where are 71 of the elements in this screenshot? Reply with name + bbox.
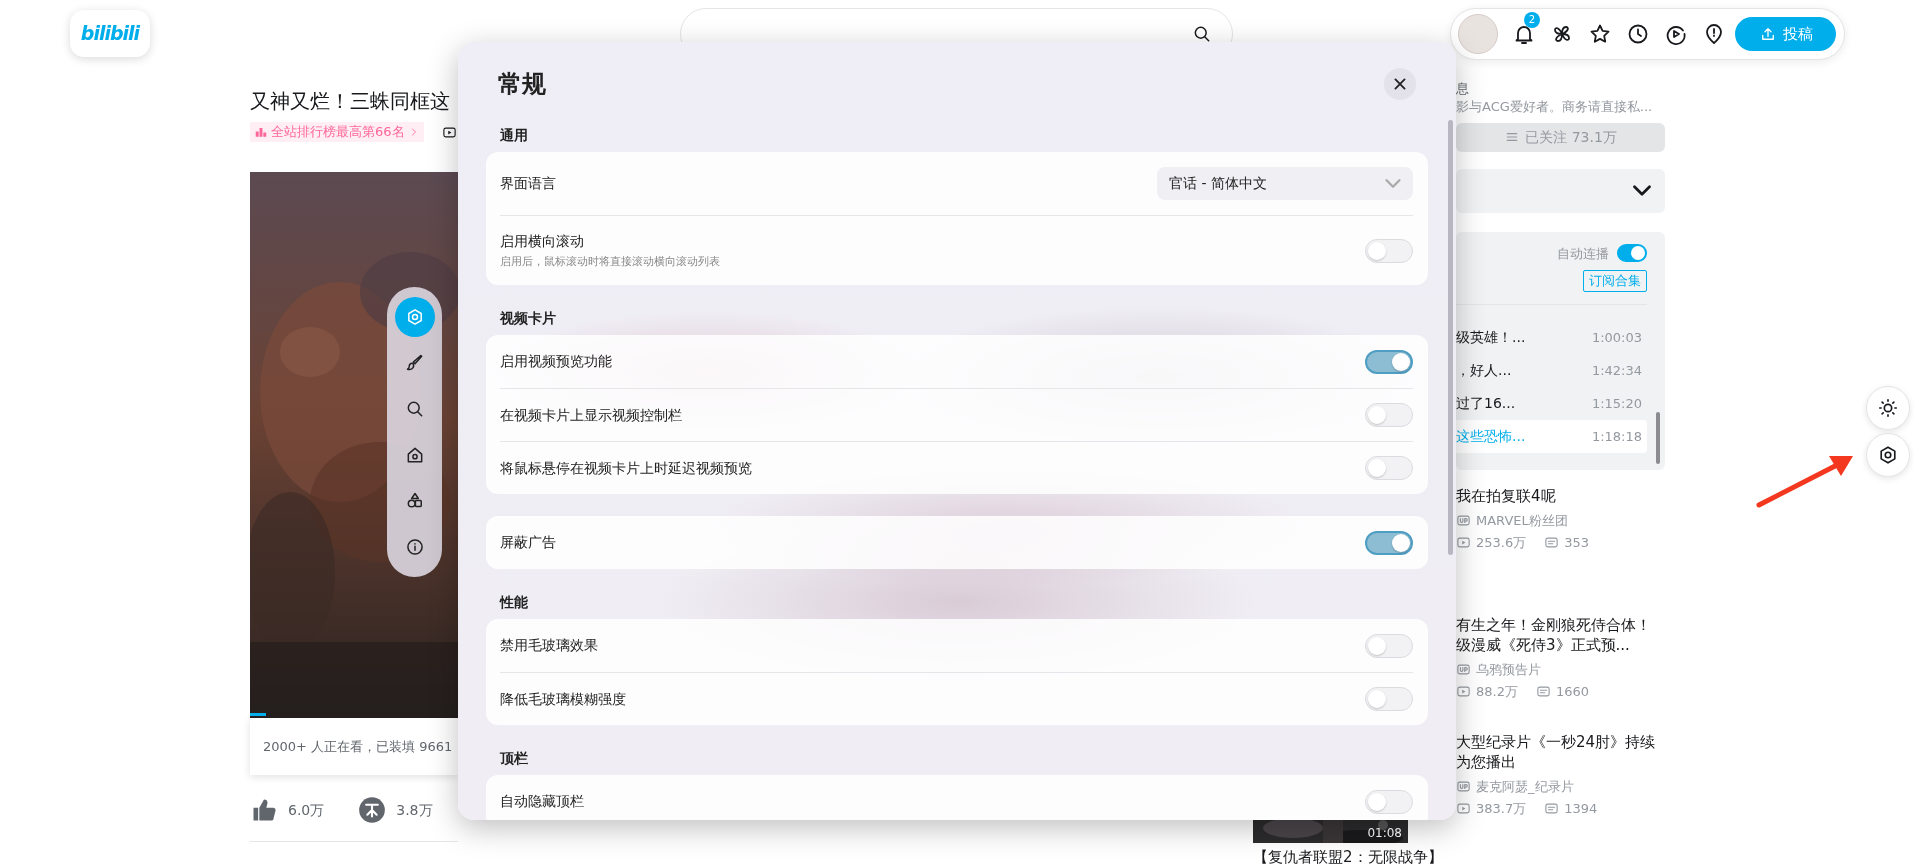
chevron-icon [1633,185,1651,196]
play-icon [1456,684,1471,699]
info-icon [404,537,425,557]
comment-icon [1535,684,1551,699]
scrollbar[interactable] [1448,120,1453,555]
autoplay-label: 自动连播 [1557,244,1609,263]
chart-icon [254,125,268,139]
scrollbar[interactable] [1656,411,1660,464]
settings-icon [1877,444,1899,466]
playlist-item[interactable]: 过了16... 1:15:20 [1456,387,1647,420]
search-icon [1192,24,1212,44]
comment-count: 353 [1564,533,1590,552]
section-heading: 视频卡片 [499,309,557,328]
video-duration: 01:08 [1367,825,1402,842]
uploader-icon [1456,662,1471,677]
uploader-icon [1456,513,1471,528]
setting-description: 启用后，鼠标滚动时将直接滚动横向滚动列表 [500,253,720,270]
video-title[interactable]: 大型纪录片《一秒24肘》持续 [1456,731,1665,752]
setting-label: 将鼠标悬停在视频卡片上时延迟视频预览 [500,458,752,478]
setting-label: 启用横向滚动 [500,231,585,251]
setting-label: 启用视频预览功能 [500,352,612,371]
playlist-item[interactable]: ，好人... 1:42:34 [1456,354,1647,387]
video-title[interactable]: 级漫威《死侍3》正式预... [1456,634,1665,655]
video-title[interactable]: 为您播出 [1456,751,1665,772]
star-icon [1588,22,1612,46]
video-title[interactable]: 【复仇者联盟2：无限战争】 [1253,846,1443,864]
history-button[interactable] [1626,22,1650,46]
comment-icon [1544,535,1560,550]
setting-label: 禁用毛玻璃效果 [500,636,598,655]
autoplay-toggle[interactable] [1617,244,1647,263]
comment-count: 1660 [1555,682,1590,701]
brush-icon [404,353,425,373]
uploader-bio: 影与ACG爱好者。商务请直接私... [1456,98,1654,116]
play-icon [1456,801,1471,816]
settings-button[interactable] [1866,433,1910,477]
setting-label: 屏蔽广告 [500,533,556,552]
like-count: 6.0万 [288,800,325,820]
uploader-name[interactable]: 息 [1456,80,1665,97]
dialog-title: 常规 [498,69,546,100]
theme-button[interactable] [1866,386,1910,430]
coin-count: 3.8万 [396,800,433,820]
favorites-button[interactable] [1588,22,1612,46]
comment-icon [1544,801,1560,816]
setting-label: 界面语言 [500,174,556,193]
section-heading: 通用 [499,126,529,145]
language-select[interactable]: 官话 - 简体中文 [1157,167,1413,200]
view-count: 88.2万 [1476,682,1518,701]
toggle-switch[interactable] [1365,349,1413,374]
playlist-item[interactable]: 级英雄！... 1:00:03 [1456,321,1647,354]
comment-count: 1394 [1564,799,1598,818]
section-heading: 性能 [498,593,529,612]
close-button[interactable] [1384,68,1416,100]
setting-label: 在视频卡片上显示视频控制栏 [500,405,682,425]
video-title[interactable]: 有生之年！金刚狼死侍合体！ [1456,614,1665,635]
video-title: 又神又烂！三蛛同框这 [250,88,451,114]
sun-icon [1877,397,1899,419]
view-count: 383.7万 [1476,799,1527,818]
setting-label: 自动隐藏顶栏 [500,792,584,811]
play-icon [441,124,457,140]
toggle-switch[interactable] [1365,530,1413,555]
clock-icon [1626,22,1650,46]
viewer-info: 2000+ 人正在看，已装填 9661 [250,718,458,775]
chevron-icon [1385,179,1401,188]
coin-icon [358,796,387,824]
view-count: 253.6万 [1476,533,1527,552]
video-title[interactable]: 我在拍复联4呢 [1456,485,1665,506]
section-heading: 顶栏 [499,749,529,768]
setting-label: 降低毛玻璃模糊强度 [500,689,626,709]
notification-count: 2 [1524,12,1540,28]
play-icon [1456,535,1471,550]
uploader-icon [1456,779,1471,794]
